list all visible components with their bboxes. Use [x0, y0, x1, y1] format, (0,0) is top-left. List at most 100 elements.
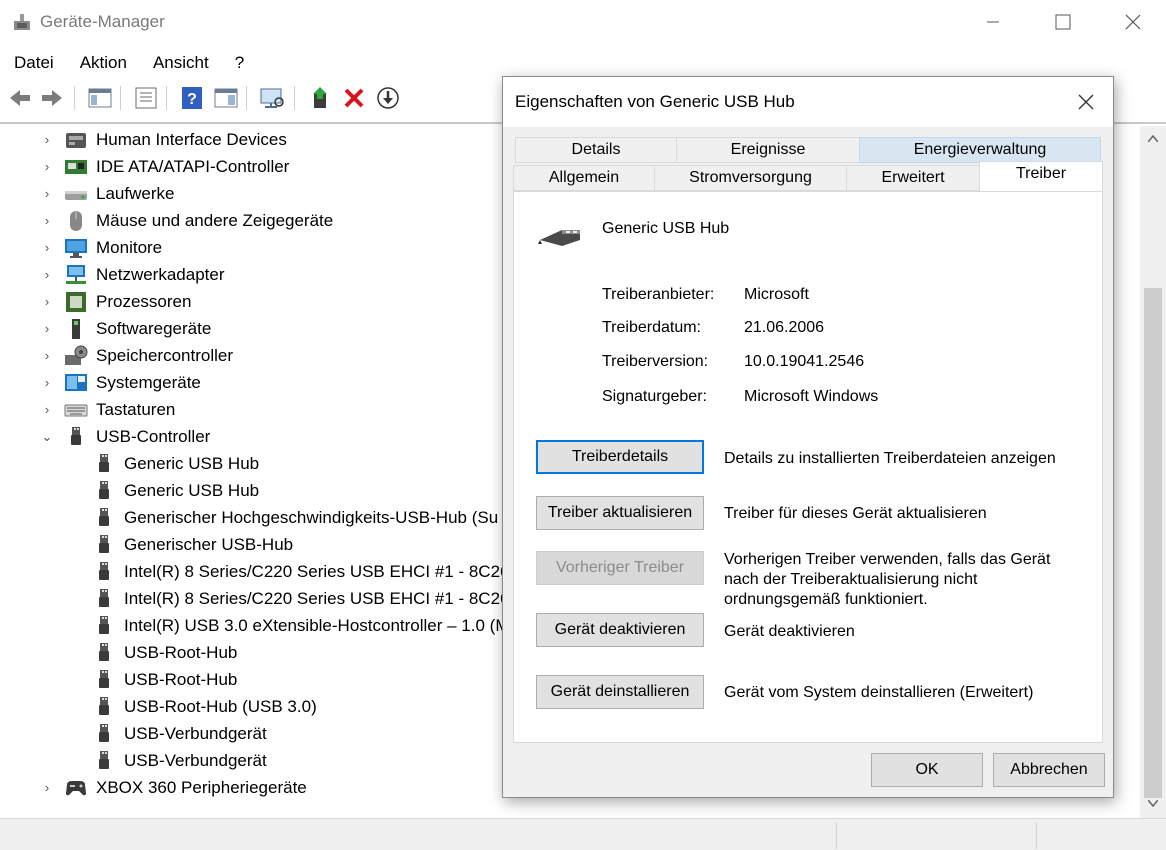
tree-item-label: Generic USB Hub — [124, 454, 260, 473]
update-driver-button[interactable] — [306, 84, 334, 112]
forward-button[interactable] — [38, 84, 66, 112]
tree-item-label: Monitore — [96, 238, 163, 257]
tab-allgemein[interactable]: Allgemein — [513, 165, 655, 191]
expand-chevron-icon[interactable]: › — [40, 268, 54, 282]
tree-item-label: Generischer Hochgeschwindigkeits-USB-Hub… — [124, 508, 499, 527]
usb-icon — [92, 453, 116, 475]
tree-item-label: Tastaturen — [96, 400, 176, 419]
tree-item-label: Generischer USB-Hub — [124, 535, 294, 554]
back-button[interactable] — [6, 84, 34, 112]
monitor-icon — [64, 237, 88, 259]
uninstall-device-button[interactable] — [340, 84, 368, 112]
uninstall-device-button[interactable]: Gerät deinstallieren — [536, 675, 704, 709]
window-title: Geräte-Manager — [40, 12, 165, 31]
mouse-icon — [64, 210, 88, 232]
ok-button[interactable]: OK — [871, 753, 983, 787]
expand-chevron-icon[interactable]: › — [40, 781, 54, 795]
menu-ansicht[interactable]: Ansicht — [139, 50, 221, 76]
rollback-driver-button[interactable]: Vorheriger Treiber — [536, 551, 704, 585]
expand-chevron-icon[interactable]: › — [40, 349, 54, 363]
close-icon — [1125, 14, 1141, 30]
disable-device-button[interactable]: Gerät deaktivieren — [536, 613, 704, 647]
tab-stromversorgung[interactable]: Stromversorgung — [654, 165, 847, 191]
expand-chevron-icon[interactable]: › — [40, 295, 54, 309]
help-button[interactable]: ? — [178, 84, 206, 112]
show-hide-console-tree-button[interactable] — [86, 84, 114, 112]
close-button[interactable] — [1098, 0, 1166, 44]
maximize-button[interactable] — [1028, 0, 1098, 44]
tree-item-label: Netzwerkadapter — [96, 265, 225, 284]
network-adapter-icon — [64, 264, 88, 286]
tree-item-label: Intel(R) USB 3.0 eXtensible-Hostcontroll… — [124, 616, 510, 635]
expand-chevron-icon[interactable]: › — [40, 403, 54, 417]
driver-date-label: Treiberdatum: — [602, 319, 701, 336]
vertical-scrollbar[interactable] — [1140, 126, 1166, 818]
usb-icon — [92, 669, 116, 691]
driver-version-value: 10.0.19041.2546 — [744, 353, 865, 370]
minimize-icon — [987, 21, 999, 23]
expand-chevron-icon[interactable]: › — [40, 160, 54, 174]
scroll-up-icon[interactable] — [1147, 134, 1159, 144]
tree-item-label: Prozessoren — [96, 292, 192, 311]
driver-date-value: 21.06.2006 — [744, 319, 825, 336]
tree-item-label: XBOX 360 Peripheriegeräte — [96, 778, 307, 797]
storage-controller-icon — [64, 345, 88, 367]
expand-chevron-icon[interactable]: › — [40, 241, 54, 255]
scroll-thumb[interactable] — [1144, 288, 1162, 798]
tab-energieverwaltung[interactable]: Energieverwaltung — [859, 137, 1101, 163]
action-pane-button[interactable] — [212, 84, 240, 112]
dialog-close-button[interactable] — [1073, 89, 1099, 115]
tab-ereignisse[interactable]: Ereignisse — [676, 137, 860, 163]
disable-device-button[interactable] — [374, 84, 402, 112]
status-bar — [0, 818, 1166, 850]
console-tree-icon — [88, 88, 112, 108]
expand-chevron-icon[interactable]: › — [40, 214, 54, 228]
close-icon — [1078, 94, 1094, 110]
usb-icon — [92, 588, 116, 610]
hid-icon — [64, 129, 88, 151]
tree-item-label: USB-Verbundgerät — [124, 751, 267, 770]
usb-icon — [92, 723, 116, 745]
help-icon: ? — [182, 87, 202, 109]
tab-details[interactable]: Details — [515, 137, 677, 163]
expand-chevron-icon[interactable]: › — [40, 187, 54, 201]
driver-tab-panel: Generic USB Hub Treiberanbieter: Microso… — [513, 191, 1103, 743]
minimize-button[interactable] — [958, 0, 1028, 44]
scroll-down-icon[interactable] — [1147, 799, 1159, 810]
menu-bar: Datei Aktion Ansicht ? — [0, 50, 256, 76]
menu-datei[interactable]: Datei — [0, 50, 66, 76]
update-driver-button[interactable]: Treiber aktualisieren — [536, 496, 704, 530]
tree-item-label: Intel(R) 8 Series/C220 Series USB EHCI #… — [124, 562, 510, 581]
driver-details-button[interactable]: Treiberdetails — [536, 440, 704, 474]
tree-item-label: Speichercontroller — [96, 346, 234, 365]
tab-treiber[interactable]: Treiber — [979, 161, 1103, 191]
expand-chevron-icon[interactable]: › — [40, 322, 54, 336]
usb-icon — [92, 696, 116, 718]
uninstall-device-description: Gerät vom System deinstallieren (Erweite… — [724, 684, 1034, 701]
keyboard-icon — [64, 399, 88, 421]
tree-item-label: Systemgeräte — [96, 373, 201, 392]
tab-erweitert[interactable]: Erweitert — [846, 165, 980, 191]
tree-item-label: USB-Verbundgerät — [124, 724, 267, 743]
scan-hardware-icon — [260, 88, 284, 108]
expand-chevron-icon[interactable]: › — [40, 376, 54, 390]
usb-icon — [92, 534, 116, 556]
driver-version-label: Treiberversion: — [602, 353, 709, 370]
delete-icon — [344, 88, 364, 108]
collapse-chevron-icon[interactable]: ⌄ — [40, 430, 54, 444]
properties-list-icon — [135, 87, 157, 109]
update-driver-icon — [313, 87, 327, 108]
tree-item-label: USB-Root-Hub — [124, 670, 238, 689]
ide-controller-icon — [64, 156, 88, 178]
cancel-button[interactable]: Abbrechen — [993, 753, 1105, 787]
scan-hardware-button[interactable] — [258, 84, 286, 112]
usb-icon — [92, 615, 116, 637]
expand-chevron-icon[interactable]: › — [40, 133, 54, 147]
signer-label: Signaturgeber: — [602, 388, 707, 405]
usb-plug-icon — [536, 222, 584, 252]
tree-item-label: Softwaregeräte — [96, 319, 212, 338]
menu-aktion[interactable]: Aktion — [66, 50, 139, 76]
software-device-icon — [64, 318, 88, 340]
properties-list-button[interactable] — [132, 84, 160, 112]
menu-help[interactable]: ? — [221, 50, 256, 76]
